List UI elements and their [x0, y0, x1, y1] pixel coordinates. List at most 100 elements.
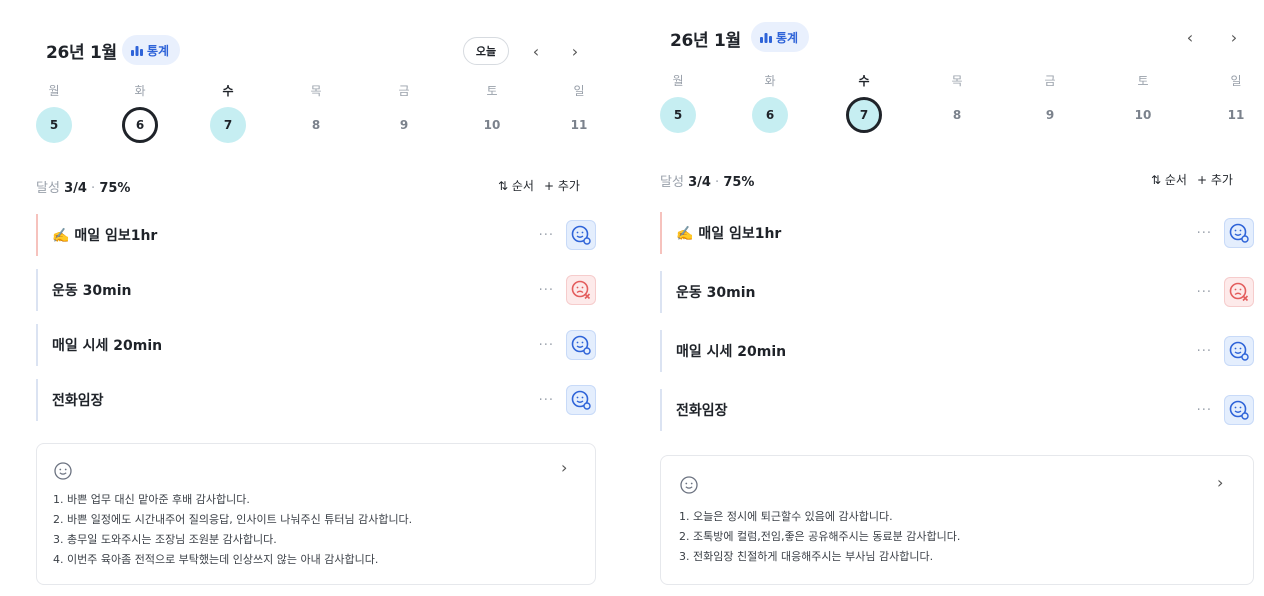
achievement-count: 3/4 [688, 175, 711, 190]
bar-chart-icon [760, 33, 772, 43]
status-success-button[interactable] [566, 385, 596, 415]
more-options-button[interactable]: ··· [539, 393, 554, 408]
more-options-button[interactable]: ··· [539, 338, 554, 353]
status-success-button[interactable] [566, 330, 596, 360]
bar-chart-icon [131, 46, 143, 56]
task-row[interactable]: ✍️ 매일 임보1hr ··· [660, 212, 1254, 254]
status-success-button[interactable] [1224, 218, 1254, 248]
weekday-sun: 일 [573, 84, 585, 98]
more-options-button[interactable]: ··· [539, 228, 554, 243]
more-options-button[interactable]: ··· [539, 283, 554, 298]
weekday-thu: 목 [310, 84, 322, 98]
day-5[interactable]: 5 [36, 107, 72, 143]
month-title: 26년 1월 [46, 43, 117, 63]
right-panel: 26년 1월 통계 ‹ › 월 화 수 목 금 토 일 5 6 7 8 9 10… [660, 0, 1256, 596]
prev-week-button[interactable]: ‹ [526, 39, 546, 63]
task-title: ✍️ 매일 임보1hr [662, 223, 1197, 243]
add-button[interactable]: + 추가 [1197, 171, 1233, 188]
day-6[interactable]: 6 [752, 97, 788, 133]
day-9[interactable]: 9 [386, 107, 422, 143]
weekday-thu: 목 [951, 74, 963, 88]
task-row[interactable]: 매일 시세 20min ··· [660, 330, 1254, 372]
achievement-label: 달성 [660, 175, 689, 190]
smile-face-icon [1229, 341, 1249, 361]
gratitude-card[interactable]: › 1. 오늘은 정시에 퇴근할수 있음에 감사합니다. 2. 조톡방에 컬럼,… [660, 455, 1254, 585]
day-10[interactable]: 10 [474, 107, 510, 143]
status-success-button[interactable] [566, 220, 596, 250]
task-title: 운동 30min [676, 285, 756, 301]
task-row[interactable]: ✍️ 매일 임보1hr ··· [36, 214, 596, 256]
smile-icon [54, 462, 72, 480]
chevron-right-icon[interactable]: › [561, 458, 567, 477]
weekday-fri: 금 [1044, 74, 1056, 88]
weekday-sat: 토 [1137, 74, 1149, 88]
gratitude-line: 3. 총무일 도와주시는 조장님 조원분 감사합니다. [53, 533, 277, 546]
status-fail-button[interactable] [566, 275, 596, 305]
day-8[interactable]: 8 [939, 97, 975, 133]
more-options-button[interactable]: ··· [1197, 344, 1212, 359]
today-button[interactable]: 오늘 [463, 37, 509, 65]
status-success-button[interactable] [1224, 395, 1254, 425]
smile-face-icon [571, 225, 591, 245]
weekday-mon: 월 [48, 84, 60, 98]
task-row[interactable]: 전화임장 ··· [36, 379, 596, 421]
sad-face-x-icon [1229, 282, 1249, 302]
smile-face-icon [571, 335, 591, 355]
weekday-wed: 수 [222, 84, 234, 98]
task-title: ✍️ 매일 임보1hr [38, 225, 539, 245]
task-title: 매일 시세 20min [52, 338, 163, 354]
task-row[interactable]: 운동 30min ··· [660, 271, 1254, 313]
stats-button[interactable]: 통계 [122, 35, 181, 65]
day-9[interactable]: 9 [1032, 97, 1068, 133]
gratitude-list: 1. 바쁜 업무 대신 맡아준 후배 감사합니다. 2. 바쁜 일정에도 시간내… [53, 490, 412, 570]
day-11[interactable]: 11 [1218, 97, 1254, 133]
next-week-button[interactable]: › [1224, 25, 1244, 49]
sad-face-x-icon [571, 280, 591, 300]
weekday-wed: 수 [858, 74, 870, 88]
next-week-button[interactable]: › [565, 39, 585, 63]
task-tools: ⇅ 순서 + 추가 [498, 177, 580, 194]
chevron-right-icon[interactable]: › [1217, 473, 1223, 492]
smile-face-icon [1229, 223, 1249, 243]
gratitude-line: 4. 이번주 육아좀 전적으로 부탁했는데 인상쓰지 않는 아내 감사합니다. [53, 553, 379, 566]
day-5[interactable]: 5 [660, 97, 696, 133]
achievement-percent: 75% [723, 175, 755, 190]
gratitude-line: 2. 조톡방에 컬럼,전임,좋은 공유해주시는 동료분 감사합니다. [679, 530, 961, 543]
task-row[interactable]: 운동 30min ··· [36, 269, 596, 311]
task-title: 전화임장 [52, 393, 104, 409]
more-options-button[interactable]: ··· [1197, 403, 1212, 418]
left-panel: 26년 1월 통계 오늘 ‹ › 월 화 수 목 금 토 일 5 6 7 8 9… [36, 0, 596, 596]
day-7-selected[interactable]: 7 [846, 97, 882, 133]
add-button[interactable]: + 추가 [544, 177, 580, 194]
task-row[interactable]: 매일 시세 20min ··· [36, 324, 596, 366]
stats-label: 통계 [776, 30, 799, 45]
day-8[interactable]: 8 [298, 107, 334, 143]
order-button[interactable]: ⇅ 순서 [1151, 171, 1187, 188]
gratitude-card[interactable]: › 1. 바쁜 업무 대신 맡아준 후배 감사합니다. 2. 바쁜 일정에도 시… [36, 443, 596, 585]
more-options-button[interactable]: ··· [1197, 285, 1212, 300]
smile-face-icon [1229, 400, 1249, 420]
achievement-sep: · [710, 175, 724, 190]
day-11[interactable]: 11 [561, 107, 597, 143]
day-10[interactable]: 10 [1125, 97, 1161, 133]
day-6-selected[interactable]: 6 [122, 107, 158, 143]
smile-icon [680, 476, 698, 494]
month-title: 26년 1월 [670, 31, 741, 51]
more-options-button[interactable]: ··· [1197, 226, 1212, 241]
weekday-fri: 금 [398, 84, 410, 98]
status-success-button[interactable] [1224, 336, 1254, 366]
order-button[interactable]: ⇅ 순서 [498, 177, 534, 194]
smile-face-icon [571, 390, 591, 410]
achievement-percent: 75% [99, 181, 131, 196]
task-row[interactable]: 전화임장 ··· [660, 389, 1254, 431]
status-fail-button[interactable] [1224, 277, 1254, 307]
weekday-sat: 토 [486, 84, 498, 98]
prev-week-button[interactable]: ‹ [1180, 25, 1200, 49]
stats-button[interactable]: 통계 [751, 22, 810, 52]
gratitude-line: 1. 오늘은 정시에 퇴근할수 있음에 감사합니다. [679, 510, 893, 523]
gratitude-line: 1. 바쁜 업무 대신 맡아준 후배 감사합니다. [53, 493, 250, 506]
writing-hand-icon: ✍️ [52, 228, 70, 244]
day-7[interactable]: 7 [210, 107, 246, 143]
task-title: 운동 30min [52, 283, 132, 299]
task-title: 매일 시세 20min [676, 344, 787, 360]
